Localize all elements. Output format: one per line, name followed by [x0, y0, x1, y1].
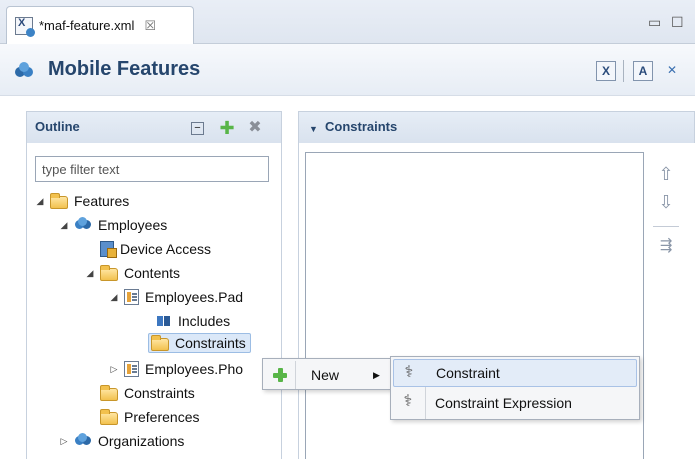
- xml-view-button[interactable]: X: [596, 61, 616, 81]
- tree-item-label: Features: [74, 193, 130, 209]
- close-tab-icon[interactable]: ☒: [144, 18, 156, 34]
- button-separator: [653, 226, 679, 227]
- overview-button[interactable]: ✕: [662, 61, 682, 81]
- constraint-icon: ⚕: [404, 364, 414, 381]
- folder-icon: [100, 384, 118, 401]
- folder-icon: [50, 192, 68, 209]
- header-separator: [623, 60, 624, 82]
- menu-item-constraint-expression[interactable]: ⚕ Constraint Expression: [393, 389, 637, 417]
- constraints-section-title: Constraints: [325, 119, 398, 134]
- design-view-button[interactable]: A: [633, 61, 653, 81]
- tree-item-includes[interactable]: Includes: [156, 311, 230, 331]
- minimize-icon[interactable]: ▭: [648, 14, 661, 31]
- tree-item-label: Organizations: [98, 433, 185, 449]
- includes-icon: [156, 314, 172, 328]
- tree-item-label: Preferences: [124, 409, 200, 425]
- menu-item-constraint[interactable]: ⚕ Constraint: [393, 359, 637, 387]
- collapsed-arrow-icon[interactable]: ▷: [58, 436, 70, 447]
- folder-icon: [151, 334, 169, 351]
- folder-icon: [100, 408, 118, 425]
- folder-icon: [100, 264, 118, 281]
- tree-item-label: Constraints: [175, 335, 246, 351]
- insert-icon[interactable]: ⇶: [655, 235, 677, 257]
- expanded-arrow-icon[interactable]: ◢: [108, 292, 120, 303]
- tree-item-device-access[interactable]: Device Access: [100, 239, 211, 259]
- page-title: Mobile Features: [48, 58, 201, 80]
- tree-item-label: Employees.Pho: [145, 361, 244, 377]
- tree-item-features[interactable]: ◢ Features: [34, 191, 129, 211]
- menu-item-label: Constraint Expression: [435, 395, 572, 411]
- menu-item-new[interactable]: New ▶: [265, 361, 391, 389]
- menu-item-label: Constraint: [436, 365, 500, 381]
- move-up-icon[interactable]: ⇧: [655, 163, 677, 185]
- expanded-arrow-icon[interactable]: ◢: [84, 268, 96, 279]
- xml-file-icon: [15, 16, 35, 37]
- feature-icon: [74, 433, 92, 449]
- editor-header: Mobile Features X A ✕: [0, 44, 695, 96]
- section-collapse-arrow-icon[interactable]: ▼: [309, 124, 318, 134]
- tree-item-label: Includes: [178, 313, 231, 329]
- new-submenu: ⚕ Constraint ⚕ Constraint Expression: [390, 356, 640, 420]
- tree-item-label: Contents: [124, 265, 181, 281]
- tree-item-employees[interactable]: ◢ Employees: [58, 215, 167, 235]
- tree-item-employees-pad[interactable]: ◢ Employees.Pad: [108, 287, 243, 307]
- tree-item-label: Employees.Pad: [145, 289, 244, 305]
- collapsed-arrow-icon[interactable]: ▷: [108, 364, 120, 375]
- delete-icon[interactable]: ✖: [247, 120, 263, 136]
- tree-item-label: Employees: [98, 217, 168, 233]
- constraints-section-header[interactable]: ▼ Constraints: [298, 111, 695, 143]
- submenu-arrow-icon: ▶: [373, 369, 380, 380]
- add-icon[interactable]: ✚: [219, 119, 235, 137]
- constraint-expression-icon: ⚕: [403, 393, 413, 410]
- menu-item-label: New: [311, 367, 340, 383]
- expanded-arrow-icon[interactable]: ◢: [34, 196, 46, 207]
- content-icon: [124, 361, 139, 377]
- editor-tab[interactable]: *maf-feature.xml ☒: [6, 6, 194, 44]
- filter-input[interactable]: [35, 156, 269, 182]
- tree-item-contents[interactable]: ◢ Contents: [84, 263, 180, 283]
- feature-icon: [74, 217, 92, 233]
- editor-tab-title: *maf-feature.xml: [39, 18, 135, 33]
- mobile-features-icon: [15, 62, 33, 77]
- tree-item-label: Device Access: [120, 241, 212, 257]
- device-access-icon: [100, 241, 117, 258]
- tree-item-organizations[interactable]: ▷ Organizations: [58, 431, 184, 451]
- collapse-all-icon[interactable]: −: [191, 122, 204, 135]
- expanded-arrow-icon[interactable]: ◢: [58, 220, 70, 231]
- tree-item-label: Constraints: [124, 385, 195, 401]
- add-icon: [272, 367, 288, 383]
- outline-title: Outline: [35, 119, 80, 134]
- maximize-icon[interactable]: ☐: [671, 14, 684, 31]
- context-menu: New ▶: [262, 358, 392, 390]
- tree-item-preferences[interactable]: Preferences: [100, 407, 199, 427]
- tree-item-employees-phone[interactable]: ▷ Employees.Pho: [108, 359, 243, 379]
- editor-tab-bar: *maf-feature.xml ☒ ▭ ☐: [0, 0, 695, 44]
- content-icon: [124, 289, 139, 305]
- tree-item-constraints[interactable]: Constraints: [100, 383, 195, 403]
- move-down-icon[interactable]: ⇩: [655, 191, 677, 213]
- outline-header: Outline − ✚ ✖: [26, 111, 282, 143]
- tree-item-constraints-selected[interactable]: Constraints: [148, 333, 251, 353]
